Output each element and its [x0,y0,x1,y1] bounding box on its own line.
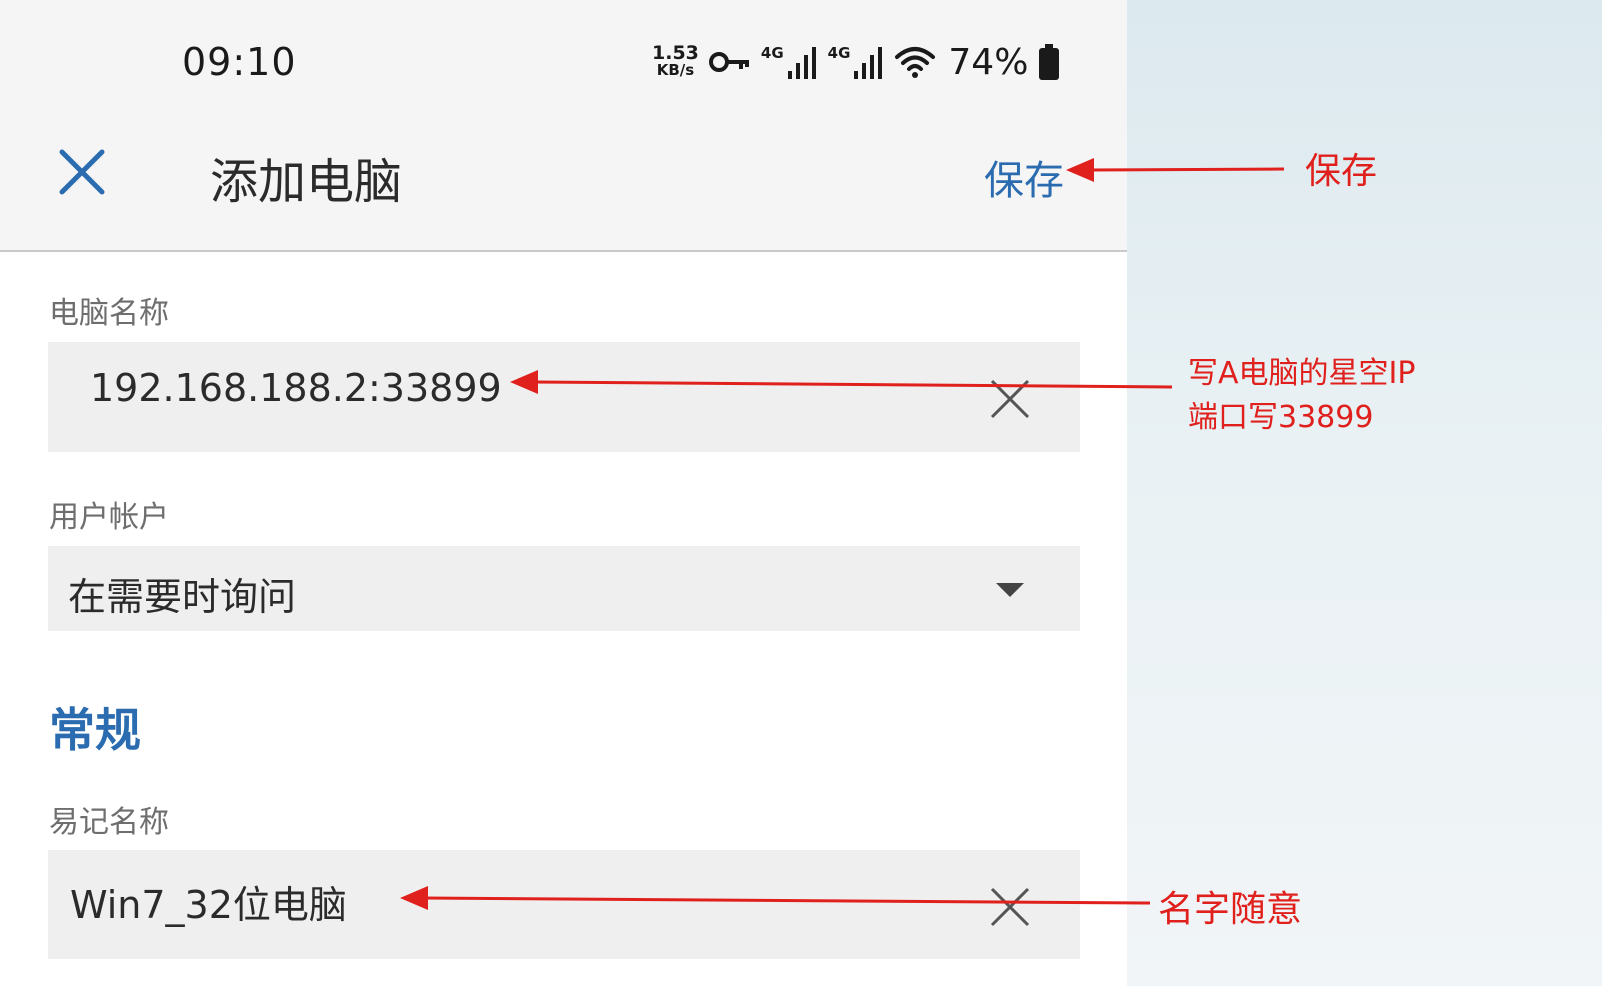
annotation-ip-line2: 端口写33899 [1188,400,1374,435]
annotation-arrow-save [1089,167,1285,172]
annotation-arrowhead-ip [510,370,538,394]
annotation-arrow-name [423,896,1151,905]
annotation-arrowhead-name [400,886,428,910]
annotation-arrowhead-save [1066,158,1094,182]
annotation-arrow-ip [533,380,1173,389]
annotation-save: 保存 [1305,151,1378,192]
annotation-name: 名字随意 [1158,889,1303,930]
annotation-ip-line1: 写A电脑的星空IP [1188,356,1416,391]
